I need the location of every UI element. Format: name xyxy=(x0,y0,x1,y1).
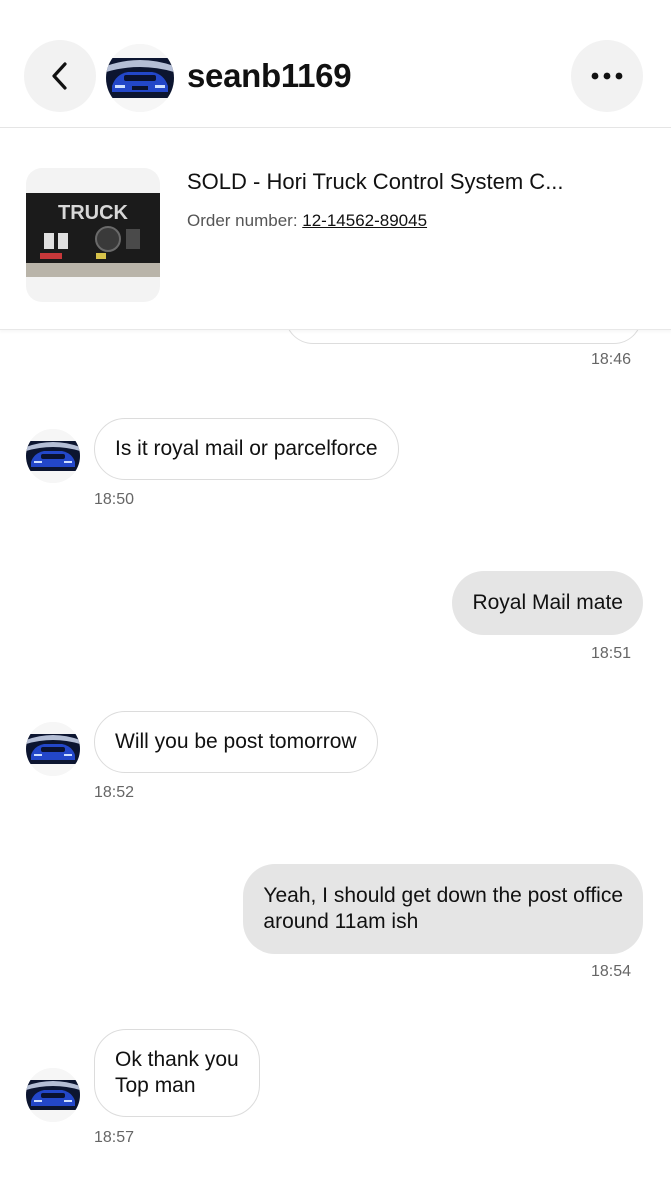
message-time: 18:54 xyxy=(590,963,631,980)
message-time: 18:50 xyxy=(94,491,135,508)
item-thumbnail[interactable]: TRUCK xyxy=(26,168,160,302)
message-time: 18:52 xyxy=(94,784,135,801)
order-number-label: Order number: xyxy=(187,211,303,230)
message-text: around 11am ish xyxy=(263,910,419,933)
message-time: 18:51 xyxy=(590,645,631,662)
sender-avatar[interactable] xyxy=(26,429,80,483)
incoming-message-bubble[interactable]: Ok thank you Top man xyxy=(94,1029,260,1117)
more-options-button[interactable] xyxy=(571,40,643,112)
thumbnail-brand-text: TRUCK xyxy=(58,202,129,224)
car-avatar-image xyxy=(26,1068,80,1122)
message-time: 18:46 xyxy=(590,351,631,368)
item-summary-card[interactable]: TRUCK SOLD - Hori Truck Control System C… xyxy=(0,128,671,330)
incoming-message-bubble[interactable]: Will you be post tomorrow xyxy=(94,711,378,773)
sender-avatar[interactable] xyxy=(26,1068,80,1122)
message-text: Ok thank you xyxy=(115,1048,239,1071)
message-text: Is it royal mail or parcelforce xyxy=(115,437,378,460)
car-avatar-image xyxy=(26,429,80,483)
message-time: 18:57 xyxy=(94,1129,135,1146)
conversation-header: seanb1169 xyxy=(0,0,671,128)
product-box-image: TRUCK xyxy=(26,193,160,277)
order-number-link[interactable]: 12-14562-89045 xyxy=(302,211,427,230)
outgoing-message-bubble[interactable]: Royal Mail mate xyxy=(452,571,643,635)
conversation-username[interactable]: seanb1169 xyxy=(187,56,352,96)
chevron-left-icon xyxy=(52,62,67,90)
message-text: Yeah, I should get down the post office xyxy=(263,884,623,907)
incoming-message-bubble[interactable]: Is it royal mail or parcelforce xyxy=(94,418,399,480)
car-avatar-image xyxy=(106,44,174,112)
message-text: Top man xyxy=(115,1074,196,1097)
item-title[interactable]: SOLD - Hori Truck Control System C... xyxy=(187,168,564,196)
ellipsis-icon xyxy=(591,72,623,80)
car-avatar-image xyxy=(26,722,80,776)
back-button[interactable] xyxy=(24,40,96,112)
user-avatar[interactable] xyxy=(106,44,174,112)
message-text: Will you be post tomorrow xyxy=(115,730,357,753)
outgoing-message-bubble[interactable]: Yeah, I should get down the post office … xyxy=(243,864,643,954)
order-info: Order number: 12-14562-89045 xyxy=(187,210,427,232)
message-text: Royal Mail mate xyxy=(472,591,623,614)
sender-avatar[interactable] xyxy=(26,722,80,776)
